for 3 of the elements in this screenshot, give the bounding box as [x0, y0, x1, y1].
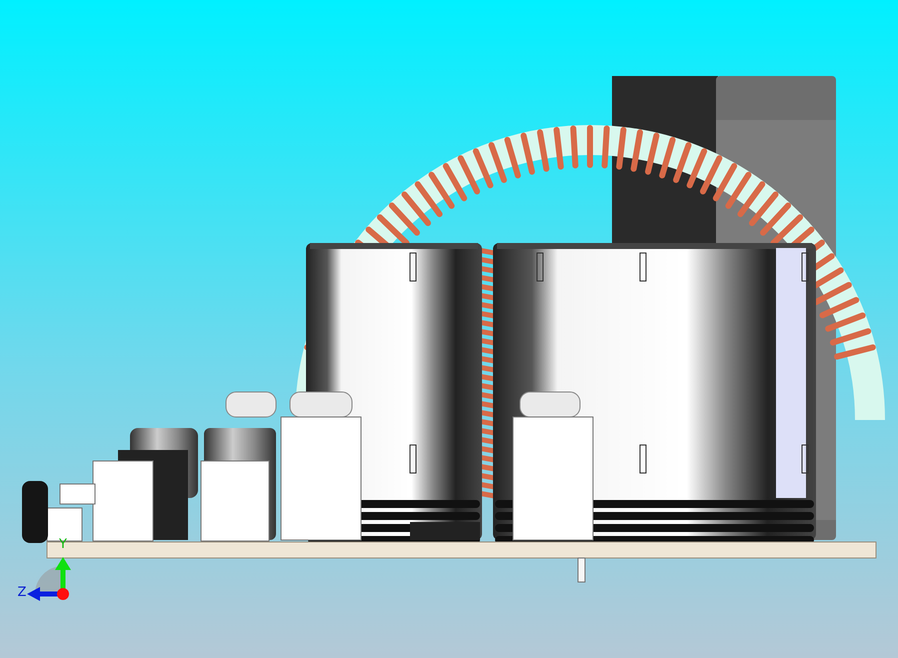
axis-label: Y	[59, 537, 67, 552]
origin-icon	[57, 588, 69, 600]
axis-label: Z	[18, 585, 26, 600]
